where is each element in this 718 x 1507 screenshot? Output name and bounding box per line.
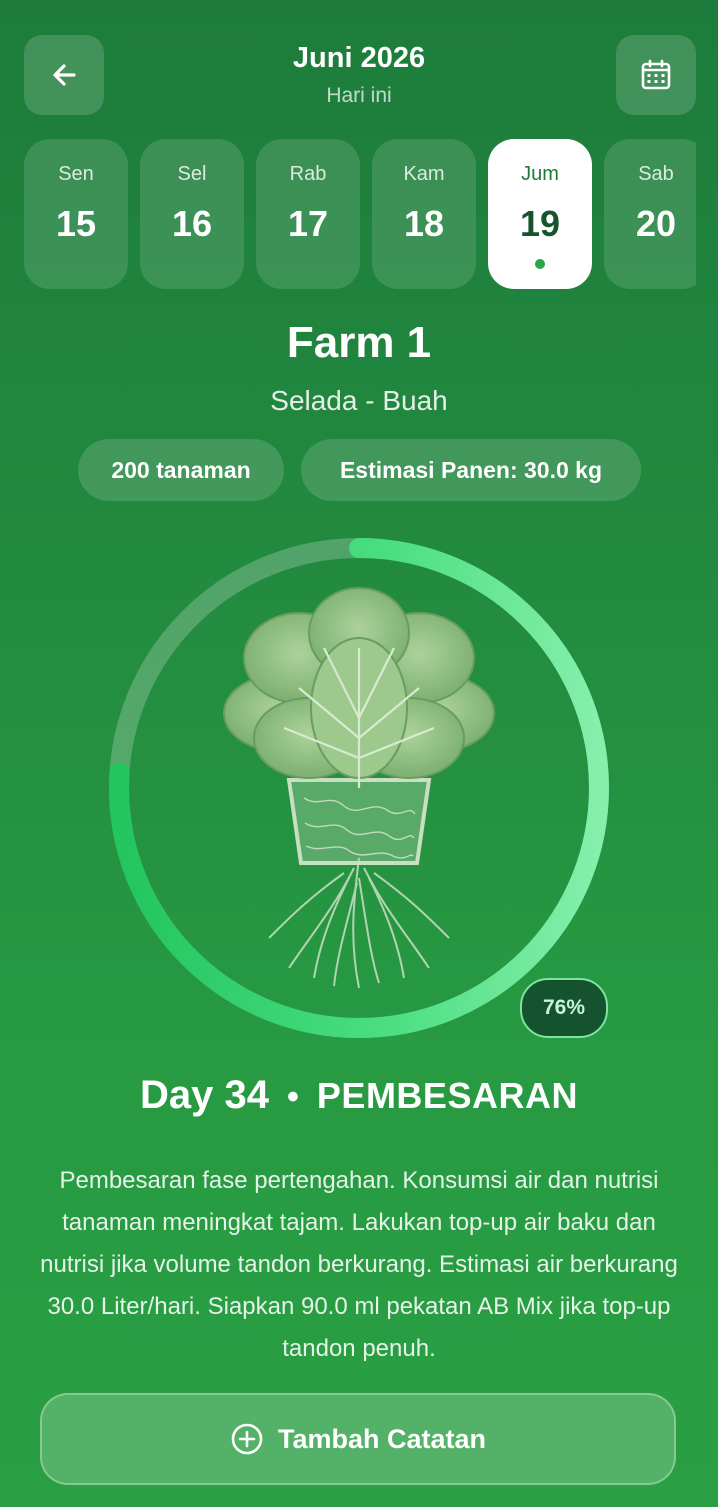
day-item-jum-selected[interactable]: Jum 19	[488, 139, 592, 289]
add-note-label: Tambah Catatan	[277, 1423, 487, 1454]
day-number: 20	[635, 203, 677, 244]
day-name: Rab	[289, 163, 327, 185]
day-item-rab[interactable]: Rab 17	[256, 139, 360, 289]
calendar-button[interactable]	[616, 35, 696, 115]
farm-name: Farm 1	[286, 318, 432, 367]
day-name: Sab	[638, 163, 674, 185]
day-item-kam[interactable]: Kam 18	[372, 139, 476, 289]
month-title: Juni 2026	[292, 42, 426, 74]
day-number: 18	[403, 203, 445, 244]
day-name: Kam	[403, 163, 445, 185]
day-number: 19	[519, 203, 561, 244]
day-selector: Sen 15 Sel 16 Rab 17 Kam 18 Jum 19 Sab 2…	[24, 139, 696, 289]
add-note-button[interactable]: Tambah Catatan	[40, 1393, 676, 1485]
stage-description: Pembesaran fase pertengahan. Konsumsi ai…	[40, 1167, 678, 1362]
plant-count-chip: 200 tanaman	[78, 439, 284, 501]
day-counter: Day 34	[140, 1073, 270, 1117]
plus-circle-icon	[231, 1423, 263, 1455]
bullet-separator: •	[287, 1078, 299, 1116]
harvest-estimate-chip: Estimasi Panen: 30.0 kg	[301, 439, 641, 501]
growth-phase: PEMBESARAN	[316, 1075, 578, 1116]
day-name: Sen	[58, 163, 94, 185]
crop-label: Selada - Buah	[270, 385, 448, 416]
day-item-sab[interactable]: Sab 20	[604, 139, 696, 289]
lettuce-illustration	[223, 587, 495, 989]
today-label: Hari ini	[326, 84, 392, 107]
day-name: Sel	[177, 163, 207, 185]
day-number: 16	[171, 203, 213, 244]
day-number: 15	[55, 203, 97, 244]
stage-heading: Day 34 • PEMBESARAN	[0, 1073, 718, 1118]
day-number: 17	[287, 203, 329, 244]
day-item-sen[interactable]: Sen 15	[24, 139, 128, 289]
progress-ring-svg	[109, 538, 609, 1038]
progress-percent-badge: 76%	[520, 978, 608, 1038]
selected-day-dot	[535, 259, 545, 269]
calendar-icon	[641, 59, 671, 90]
day-item-sel[interactable]: Sel 16	[140, 139, 244, 289]
day-name: Jum	[521, 163, 559, 185]
growth-progress-ring	[109, 538, 609, 1038]
